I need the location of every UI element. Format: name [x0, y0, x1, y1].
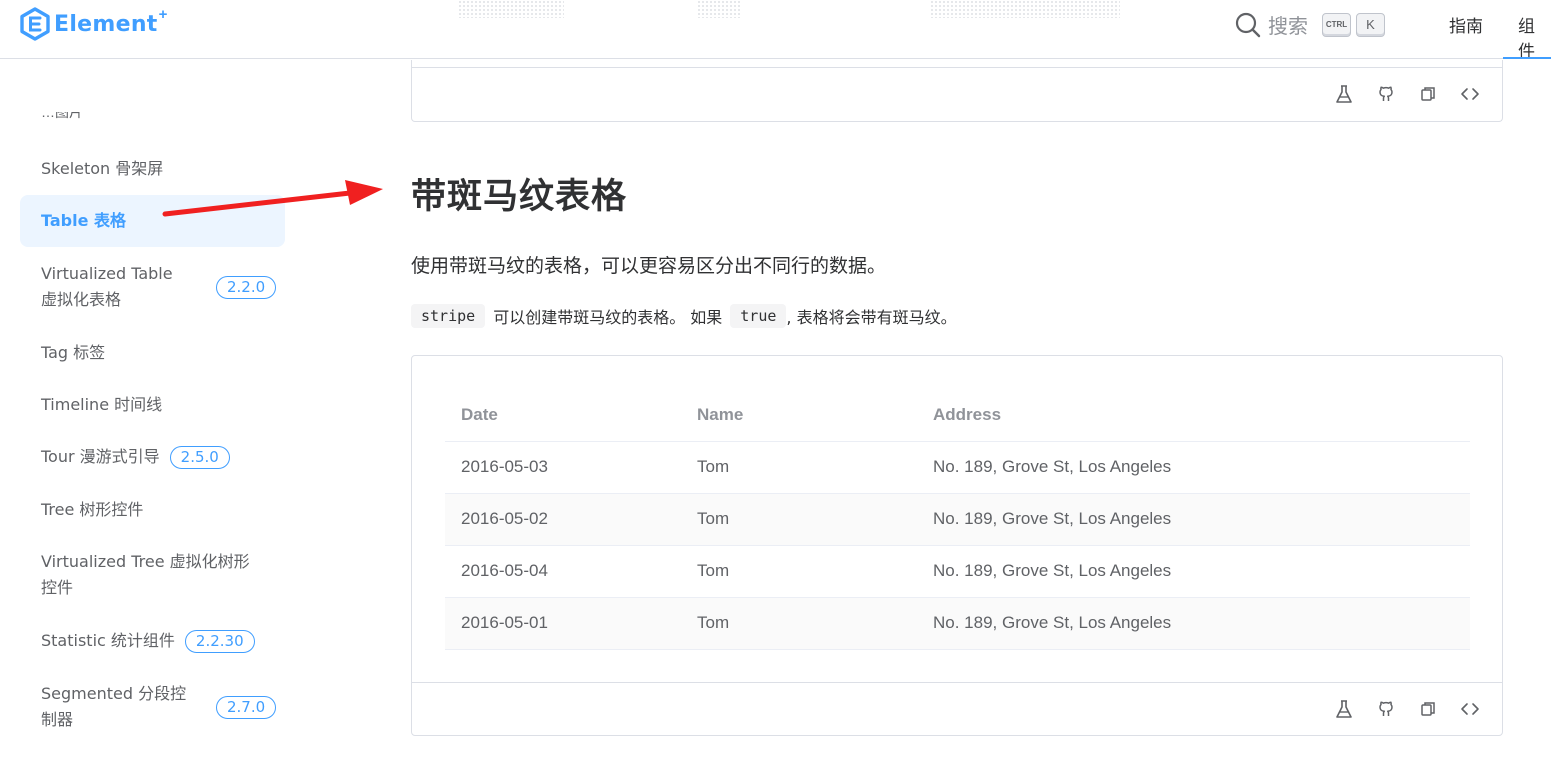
- sidebar-item-label: Segmented 分段控制器: [41, 684, 187, 729]
- github-icon[interactable]: [1374, 82, 1398, 106]
- section-description: 使用带斑马纹的表格，可以更容易区分出不同行的数据。: [411, 255, 887, 277]
- sidebar-item-statistic[interactable]: Statistic 统计组件 2.2.30: [20, 623, 285, 659]
- table-cell-date: 2016-05-02: [445, 493, 681, 546]
- table-row: 2016-05-03 Tom No. 189, Grove St, Los An…: [445, 441, 1470, 494]
- element-logo-icon: [20, 7, 50, 41]
- inline-code: stripe: [411, 304, 486, 328]
- sidebar-item-tree[interactable]: Tree 树形控件: [20, 492, 285, 528]
- previous-demo-block: [411, 60, 1503, 122]
- sidebar-item-tag[interactable]: Tag 标签: [20, 335, 285, 371]
- logo-plus: +: [158, 5, 168, 23]
- demo-op-bar: [1332, 697, 1482, 721]
- table-cell-address: No. 189, Grove St, Los Angeles: [917, 597, 1470, 650]
- sidebar-item-segmented[interactable]: Segmented 分段控制器 2.7.0: [20, 680, 285, 734]
- copy-icon[interactable]: [1416, 82, 1440, 106]
- version-badge: 2.2.0: [216, 275, 277, 299]
- search-icon: [1235, 12, 1261, 37]
- sidebar-item-timeline[interactable]: Timeline 时间线: [20, 387, 285, 423]
- playground-icon[interactable]: [1332, 82, 1356, 106]
- table-cell-date: 2016-05-01: [445, 597, 681, 650]
- search-button[interactable]: 搜索 CTRL K: [1234, 10, 1385, 39]
- section-title: 带斑马纹表格: [411, 177, 628, 217]
- sidebar-item-partial[interactable]: …图片: [41, 112, 83, 122]
- table-cell-date: 2016-05-03: [445, 441, 681, 494]
- sidebar-item-label: Tree 树形控件: [41, 500, 144, 519]
- table-cell-address: No. 189, Grove St, Los Angeles: [917, 441, 1470, 494]
- sidebar-item-virtualized-table[interactable]: Virtualized Table 虚拟化表格 2.2.0: [20, 260, 285, 314]
- demo-op-bar: [1332, 82, 1482, 106]
- inline-code: true: [730, 304, 787, 328]
- sidebar-item-label: Table 表格: [41, 211, 127, 230]
- nav-component[interactable]: 组件: [1518, 12, 1551, 62]
- table-row: 2016-05-04 Tom No. 189, Grove St, Los An…: [445, 545, 1470, 598]
- top-navbar: Element + 搜索 CTRL K 指南 组件: [0, 0, 1551, 62]
- decorative-dots: [930, 0, 1120, 18]
- divider: [412, 67, 1502, 68]
- sidebar-item-label: Statistic 统计组件: [41, 631, 175, 650]
- column-header-address: Address: [917, 389, 1470, 442]
- table-row: 2016-05-02 Tom No. 189, Grove St, Los An…: [445, 493, 1470, 546]
- striped-table-demo: Date Name Address 2016-05-03 Tom No. 189…: [411, 355, 1503, 736]
- search-label: 搜索: [1268, 14, 1308, 38]
- desc-text: 可以创建带斑马纹的表格。 如果: [493, 308, 723, 327]
- version-badge: 2.5.0: [169, 445, 230, 469]
- sidebar-item-label: Virtualized Tree 虚拟化树形控件: [41, 552, 250, 597]
- version-badge: 2.2.30: [184, 629, 255, 653]
- table-cell-name: Tom: [681, 493, 917, 546]
- nav-guide[interactable]: 指南: [1449, 12, 1483, 37]
- sidebar-item-tour[interactable]: Tour 漫游式引导 2.5.0: [20, 439, 285, 475]
- sidebar-item-label: Tag 标签: [41, 343, 106, 362]
- sidebar: …图片 Skeleton 骨架屏 Table 表格 Virtualized Ta…: [0, 60, 300, 783]
- column-header-name: Name: [681, 389, 917, 442]
- decorative-dots: [458, 0, 564, 18]
- ctrl-key: CTRL: [1322, 12, 1351, 37]
- sidebar-item-label: Skeleton 骨架屏: [41, 159, 164, 178]
- copy-icon[interactable]: [1416, 697, 1440, 721]
- decorative-dots: [697, 0, 741, 18]
- column-header-date: Date: [445, 389, 681, 442]
- striped-table: Date Name Address 2016-05-03 Tom No. 189…: [445, 389, 1470, 650]
- k-key: K: [1356, 12, 1385, 37]
- sidebar-item-skeleton[interactable]: Skeleton 骨架屏: [20, 151, 285, 187]
- sidebar-item-table[interactable]: Table 表格: [20, 195, 285, 247]
- desc-text: , 表格将会带有斑马纹。: [786, 308, 957, 327]
- sidebar-item-virtualized-tree[interactable]: Virtualized Tree 虚拟化树形控件: [20, 548, 285, 602]
- table-cell-address: No. 189, Grove St, Los Angeles: [917, 545, 1470, 598]
- sidebar-item-label: Timeline 时间线: [41, 395, 163, 414]
- table-cell-name: Tom: [681, 545, 917, 598]
- table-row: 2016-05-01 Tom No. 189, Grove St, Los An…: [445, 597, 1470, 650]
- divider: [412, 682, 1502, 683]
- table-cell-name: Tom: [681, 597, 917, 650]
- logo-text: Element: [54, 11, 158, 37]
- sidebar-item-label: Tour 漫游式引导: [41, 447, 160, 466]
- sidebar-item-label: Virtualized Table 虚拟化表格: [41, 264, 173, 309]
- version-badge: 2.7.0: [216, 695, 277, 719]
- element-plus-logo[interactable]: Element +: [20, 6, 167, 42]
- playground-icon[interactable]: [1332, 697, 1356, 721]
- nav-active-indicator: [1503, 57, 1551, 59]
- table-cell-address: No. 189, Grove St, Los Angeles: [917, 493, 1470, 546]
- table-header-row: Date Name Address: [445, 389, 1470, 442]
- github-icon[interactable]: [1374, 697, 1398, 721]
- table-cell-name: Tom: [681, 441, 917, 494]
- table-cell-date: 2016-05-04: [445, 545, 681, 598]
- section-description-attr: stripe 可以创建带斑马纹的表格。 如果 true , 表格将会带有斑马纹。: [411, 304, 957, 328]
- code-icon[interactable]: [1458, 82, 1482, 106]
- code-icon[interactable]: [1458, 697, 1482, 721]
